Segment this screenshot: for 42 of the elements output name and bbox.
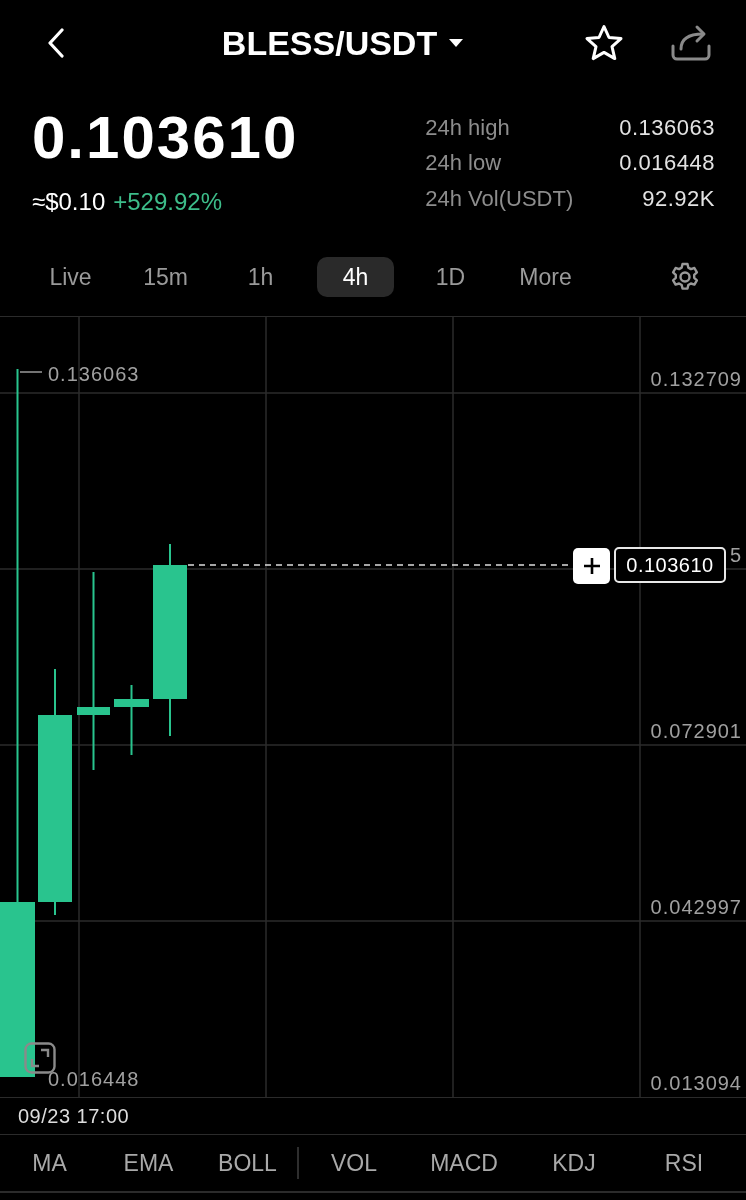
- usd-value: ≈$0.10: [32, 187, 106, 217]
- indicator-tab[interactable]: KDJ: [519, 1143, 629, 1183]
- axis-label: 0.132709: [650, 368, 742, 390]
- stat-label: 24h Vol(USDT): [425, 185, 574, 212]
- indicator-tab[interactable]: MACD: [409, 1143, 519, 1183]
- back-icon[interactable]: [47, 28, 65, 58]
- indicator-tab[interactable]: VOL: [299, 1143, 409, 1183]
- axis-label: 5: [729, 544, 742, 566]
- pair-selector[interactable]: BLESS/USDT: [221, 23, 464, 63]
- stat-value: 92.92K: [642, 185, 715, 212]
- interval-tab[interactable]: More: [507, 257, 584, 297]
- candle: [114, 685, 149, 755]
- stat-value: 0.016448: [619, 150, 715, 177]
- time-axis-label: 09/23 17:00: [18, 1104, 130, 1128]
- stat-label: 24h high: [425, 114, 510, 141]
- plus-icon: [582, 557, 601, 575]
- axis-label: 0.013094: [650, 1072, 742, 1094]
- low-price-label: 0.016448: [48, 1068, 140, 1090]
- interval-tab[interactable]: Live: [32, 257, 109, 297]
- share-icon[interactable]: [670, 24, 712, 62]
- last-price: 0.103610: [32, 105, 299, 171]
- caret-icon: [449, 39, 464, 47]
- last-price-tag: 0.103610: [614, 547, 726, 583]
- price-change: +529.92%: [113, 187, 222, 217]
- axis-label: 0.042997: [650, 896, 742, 918]
- stat-value: 0.136063: [619, 114, 715, 141]
- star-icon[interactable]: [584, 24, 624, 62]
- indicator-tab[interactable]: MA: [0, 1143, 99, 1183]
- expand-icon[interactable]: [24, 1042, 56, 1074]
- indicator-tab[interactable]: RSI: [629, 1143, 739, 1183]
- add-order-button[interactable]: [573, 548, 610, 584]
- settings-icon[interactable]: [670, 262, 700, 292]
- interval-tab[interactable]: 1h: [222, 257, 299, 297]
- axis-label: 0.072901: [650, 720, 742, 742]
- indicator-tab[interactable]: BOLL: [198, 1143, 297, 1183]
- interval-tab[interactable]: 4h: [317, 257, 394, 297]
- interval-tab[interactable]: 1D: [412, 257, 489, 297]
- high-price-label: 0.136063: [48, 363, 140, 385]
- interval-tab[interactable]: 15m: [127, 257, 204, 297]
- indicator-tab[interactable]: EMA: [99, 1143, 198, 1183]
- leader-line: [19, 371, 43, 373]
- stat-label: 24h low: [425, 150, 502, 177]
